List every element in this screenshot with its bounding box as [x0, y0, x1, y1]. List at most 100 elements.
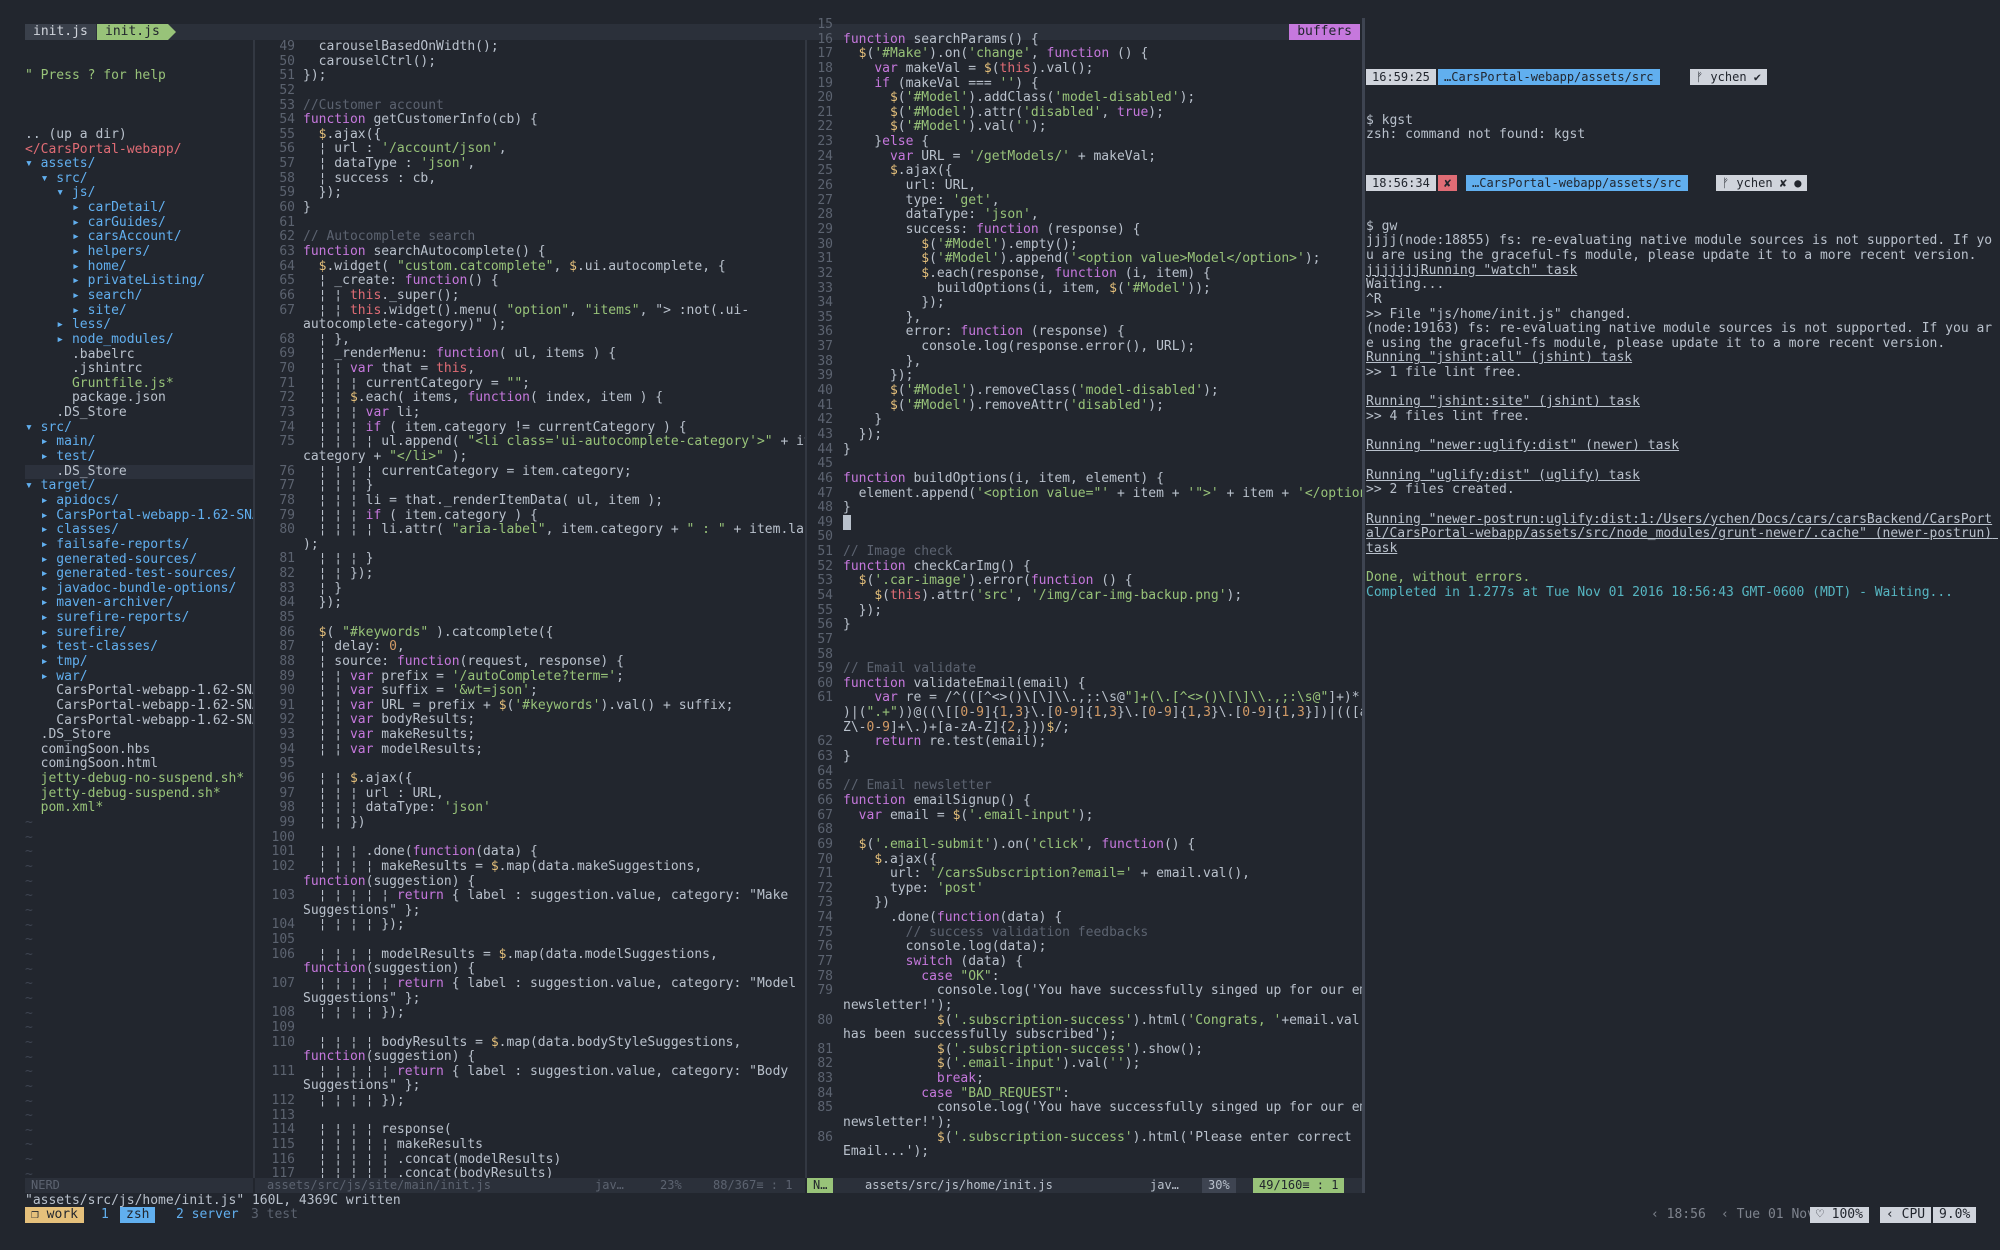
tree-item[interactable]: ▸ failsafe-reports/ — [25, 537, 255, 553]
code-line[interactable]: } — [843, 749, 1358, 765]
code-line[interactable]: $('#Model').val(''); — [843, 120, 1358, 135]
editor-pane-right[interactable]: 15 16 17 18 19 20 21 22 23 24 25 26 27 28 29 30 31 32 33 34… — [805, 18, 1362, 1178]
code-line[interactable]: Suggestions" }; — [303, 1079, 801, 1094]
code-line[interactable] — [843, 18, 1358, 33]
tmux-window-3[interactable]: 3 test — [245, 1207, 304, 1223]
code-line[interactable]: carouselBasedOnWidth(); — [303, 40, 801, 55]
code-line[interactable]: ¦ dataType : 'json', — [303, 156, 801, 172]
code-line[interactable]: ¦ ¦ ¦ var li; — [303, 405, 801, 421]
code-line[interactable]: type: 'post' — [843, 881, 1358, 897]
code-line[interactable]: buildOptions(i, item, $('#Model')); — [843, 281, 1358, 297]
code-right[interactable]: function searchParams() { $('#Make').on(… — [843, 18, 1362, 1160]
code-line[interactable]: ¦ ¦ }) — [303, 815, 801, 831]
code-line[interactable]: Suggestions" }; — [303, 991, 801, 1007]
tree-item[interactable]: CarsPortal-webapp-1.62-SNAP — [25, 698, 255, 714]
code-left[interactable]: carouselBasedOnWidth(); carouselCtrl();}… — [303, 40, 805, 1178]
code-line[interactable]: ¦ _create: function() { — [303, 273, 801, 289]
code-line[interactable]: }else { — [843, 134, 1358, 150]
code-line[interactable]: ¦ success : cb, — [303, 171, 801, 187]
tree-item[interactable]: ▸ tmp/ — [25, 654, 255, 670]
code-line[interactable]: ¦ ¦ $.ajax({ — [303, 771, 801, 787]
code-line[interactable]: $('.subscription-success').html('Please … — [843, 1130, 1358, 1146]
code-line[interactable]: ¦ ¦ ¦ ¦ currentCategory = item.category; — [303, 464, 801, 480]
code-line[interactable] — [303, 933, 801, 948]
code-line[interactable]: ¦ ¦ ¦ ¦ }); — [303, 1093, 801, 1109]
tree-item[interactable]: package.json — [25, 391, 255, 406]
code-line[interactable]: ¦ ¦ var suffix = '&wt=json'; — [303, 683, 801, 699]
tree-item[interactable]: .DS_Store — [25, 464, 255, 480]
code-line[interactable]: function searchAutocomplete() { — [303, 244, 801, 260]
code-line[interactable]: ¦ ¦ ¦ ¦ response( — [303, 1123, 801, 1138]
code-line[interactable]: $('#Model').addClass('model-disabled'); — [843, 90, 1358, 106]
code-line[interactable]: type: 'get', — [843, 193, 1358, 209]
code-line[interactable]: // success validation feedbacks — [843, 925, 1358, 941]
code-line[interactable]: ¦ ¦ ¦ ¦ }); — [303, 918, 801, 933]
tree-item[interactable]: ▸ maven-archiver/ — [25, 596, 255, 611]
code-line[interactable]: ¦ ¦ this.widget().menu( "option", "items… — [303, 303, 801, 319]
code-line[interactable] — [303, 1021, 801, 1036]
code-line[interactable]: dataType: 'json', — [843, 208, 1358, 223]
code-line[interactable]: $.ajax({ — [303, 127, 801, 143]
code-line[interactable]: $('.subscription-success').show(); — [843, 1042, 1358, 1058]
tmux-window-1-name[interactable]: zsh — [120, 1207, 156, 1223]
tree-item[interactable]: .. (up a dir) — [25, 127, 255, 143]
tree-item[interactable]: ▸ privateListing/ — [25, 274, 255, 289]
tree-item[interactable]: comingSoon.hbs — [25, 742, 255, 758]
tree-item[interactable]: ▾ src/ — [25, 171, 255, 187]
code-line[interactable]: function getCustomerInfo(cb) { — [303, 112, 801, 128]
code-line[interactable]: var email = $('.email-input'); — [843, 808, 1358, 824]
tree-item[interactable]: ▸ carGuides/ — [25, 215, 255, 231]
code-line[interactable]: ¦ ¦ ¦ if ( item.category != currentCateg… — [303, 420, 801, 436]
tree-item[interactable]: pom.xml* — [25, 801, 255, 816]
tab-init-js-active[interactable]: init.js — [97, 24, 176, 40]
code-line[interactable]: break; — [843, 1071, 1358, 1087]
code-line[interactable]: var re = /^(([^<>()\[\]\\.,;:\s@"]+(\.[^… — [843, 691, 1359, 706]
code-line[interactable]: $('#Model').empty(); — [843, 237, 1358, 253]
code-line[interactable]: function searchParams() { — [843, 32, 1358, 48]
code-line[interactable]: ¦ ¦ ¦ } — [303, 552, 801, 567]
tree-item[interactable]: ▸ classes/ — [25, 523, 255, 538]
code-line[interactable]: $('#Model').append('<option value>Model<… — [843, 251, 1358, 267]
code-line[interactable]: // Image check — [843, 544, 1358, 560]
code-line[interactable]: // Email newsletter — [843, 778, 1358, 794]
tmux-pane-divider[interactable] — [1362, 18, 1365, 1193]
code-line[interactable]: } — [843, 618, 1358, 633]
tree-item[interactable]: ▸ site/ — [25, 303, 255, 319]
code-line[interactable]: ¦ ¦ var makeResults; — [303, 727, 801, 743]
tree-item[interactable]: ▸ generated-sources/ — [25, 552, 255, 568]
code-line[interactable]: function validateEmail(email) { — [843, 676, 1358, 692]
code-line[interactable]: ¦ delay: 0, — [303, 639, 801, 655]
code-line[interactable]: case "BAD_REQUEST": — [843, 1086, 1358, 1102]
tree-item[interactable]: .jshintrc — [25, 362, 255, 377]
tree-item[interactable]: ▸ surefire/ — [25, 625, 255, 641]
code-line[interactable]: element.append('<option value="' + item … — [843, 486, 1362, 502]
code-line[interactable]: ¦ ¦ ¦ ¦ }); — [303, 1006, 801, 1021]
code-line[interactable]: }); — [303, 596, 801, 611]
terminal-pane[interactable]: 16:59:25 …CarsPortal-webapp/assets/src ᚠ… — [1366, 40, 1998, 1190]
code-line[interactable]: $.ajax({ — [843, 852, 1358, 868]
code-line[interactable]: // Email validate — [843, 661, 1358, 677]
code-line[interactable]: $.ajax({ — [843, 164, 1358, 179]
code-line[interactable]: console.log(response.error(), URL); — [843, 339, 1358, 355]
tree-item[interactable]: .babelrc — [25, 347, 255, 363]
code-line[interactable]: $('#Model').attr('disabled', true); — [843, 105, 1358, 121]
code-line[interactable]: case "OK": — [843, 969, 1358, 985]
code-line[interactable]: }); — [843, 603, 1358, 619]
tree-item[interactable]: ▸ generated-test-sources/ — [25, 566, 255, 582]
tree-item[interactable]: .DS_Store — [25, 728, 255, 743]
code-line[interactable]: ¦ ¦ ¦ url : URL, — [303, 786, 801, 802]
code-line[interactable]: function checkCarImg() { — [843, 559, 1358, 575]
code-line[interactable]: // Autocomplete search — [303, 230, 801, 245]
code-line[interactable]: } — [843, 500, 1358, 516]
tree-item[interactable]: ▸ helpers/ — [25, 244, 255, 260]
code-line[interactable]: ¦ ¦ var prefix = '/autoComplete?term='; — [303, 669, 801, 685]
code-line[interactable]: category + "</li>" ); — [303, 449, 801, 465]
code-line[interactable]: }); — [843, 369, 1358, 384]
code-line[interactable]: ¦ ¦ ¦ ¦ makeResults = $.map(data.makeSug… — [303, 859, 801, 875]
code-line[interactable]: var URL = '/getModels/' + makeVal; — [843, 149, 1358, 165]
code-line[interactable] — [843, 648, 1358, 663]
code-line[interactable]: )|(".+"))@((\[[0-9]{1,3}\.[0-9]{1,3}\.[0… — [843, 705, 1362, 721]
code-line[interactable]: console.log(data); — [843, 940, 1358, 955]
code-line[interactable]: ¦ ¦ ¦ ¦ ¦ makeResults — [303, 1137, 801, 1153]
code-line[interactable]: }, — [843, 354, 1358, 370]
